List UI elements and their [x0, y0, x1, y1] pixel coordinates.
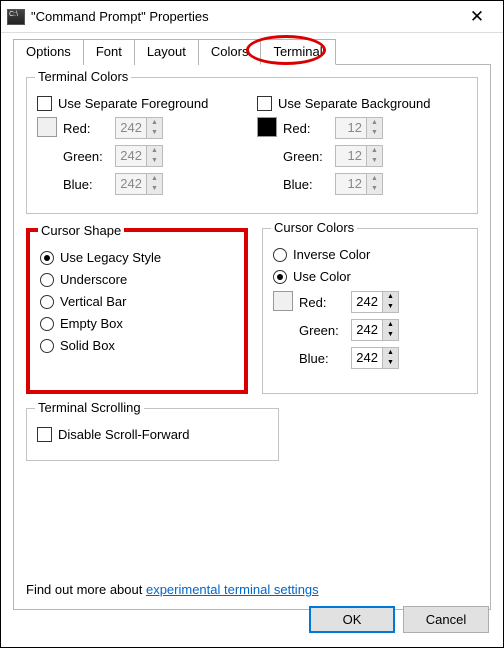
cursor-red-spin[interactable]: 242 ▲▼: [351, 291, 399, 313]
bg-red-value: 12: [336, 118, 366, 138]
cursor-shape-underscore[interactable]: Underscore: [40, 272, 234, 287]
cursor-shape-solid-label: Solid Box: [60, 338, 115, 353]
disable-scroll-forward-label: Disable Scroll-Forward: [58, 427, 189, 442]
fg-blue-label: Blue:: [63, 177, 113, 192]
cursor-shape-vertical[interactable]: Vertical Bar: [40, 294, 234, 309]
cursor-color-inverse-label: Inverse Color: [293, 247, 370, 262]
chevron-down-icon: ▼: [147, 128, 162, 138]
bg-blue-value: 12: [336, 174, 366, 194]
bg-green-spin[interactable]: 12 ▲▼: [335, 145, 383, 167]
radio-dot-icon: [40, 295, 54, 309]
cursor-shape-vertical-label: Vertical Bar: [60, 294, 126, 309]
radio-dot-icon: [40, 317, 54, 331]
fg-red-label: Red:: [63, 121, 113, 136]
fg-red-value: 242: [116, 118, 146, 138]
cursor-color-swatch[interactable]: [273, 291, 293, 311]
cursor-shape-solid[interactable]: Solid Box: [40, 338, 234, 353]
window-title: "Command Prompt" Properties: [31, 9, 457, 24]
group-terminal-scrolling: Terminal Scrolling Disable Scroll-Forwar…: [26, 408, 279, 461]
cursor-green-label: Green:: [299, 323, 349, 338]
radio-dot-icon: [273, 248, 287, 262]
chevron-up-icon: ▲: [383, 348, 398, 358]
radio-dot-icon: [40, 273, 54, 287]
foreground-color-swatch[interactable]: [37, 117, 57, 137]
cursor-shape-underscore-label: Underscore: [60, 272, 127, 287]
terminal-colors-legend: Terminal Colors: [35, 69, 131, 84]
cursor-green-spin[interactable]: 242 ▲▼: [351, 319, 399, 341]
use-separate-background-label: Use Separate Background: [278, 96, 430, 111]
chevron-up-icon: ▲: [147, 174, 162, 184]
cursor-red-label: Red:: [299, 295, 349, 310]
cursor-color-inverse[interactable]: Inverse Color: [273, 247, 467, 262]
tab-font[interactable]: Font: [83, 39, 135, 65]
radio-dot-icon: [40, 339, 54, 353]
chevron-down-icon: ▼: [367, 184, 382, 194]
cursor-blue-spin[interactable]: 242 ▲▼: [351, 347, 399, 369]
chevron-down-icon: ▼: [383, 330, 398, 340]
cursor-blue-label: Blue:: [299, 351, 349, 366]
cursor-shape-legend: Cursor Shape: [38, 223, 124, 238]
chevron-up-icon: ▲: [383, 292, 398, 302]
radio-dot-icon: [40, 251, 54, 265]
tab-colors[interactable]: Colors: [198, 39, 262, 65]
ok-button[interactable]: OK: [309, 606, 395, 633]
bg-blue-spin[interactable]: 12 ▲▼: [335, 173, 383, 195]
cancel-button[interactable]: Cancel: [403, 606, 489, 633]
use-separate-foreground-checkbox[interactable]: Use Separate Foreground: [37, 96, 247, 111]
footer-text-line: Find out more about experimental termina…: [26, 582, 319, 597]
fg-green-spin[interactable]: 242 ▲▼: [115, 145, 163, 167]
close-button[interactable]: ✕: [457, 3, 497, 31]
checkbox-box-icon: [37, 427, 52, 442]
checkbox-box-icon: [257, 96, 272, 111]
cursor-shape-legacy[interactable]: Use Legacy Style: [40, 250, 234, 265]
bg-red-spin[interactable]: 12 ▲▼: [335, 117, 383, 139]
cursor-shape-empty[interactable]: Empty Box: [40, 316, 234, 331]
group-cursor-shape: Cursor Shape Use Legacy Style Underscore…: [26, 228, 248, 394]
chevron-up-icon: ▲: [367, 118, 382, 128]
chevron-down-icon: ▼: [147, 156, 162, 166]
cursor-color-use-color-label: Use Color: [293, 269, 351, 284]
chevron-down-icon: ▼: [367, 128, 382, 138]
cursor-green-value: 242: [352, 320, 382, 340]
group-terminal-colors: Terminal Colors Use Separate Foreground …: [26, 77, 478, 214]
tab-layout[interactable]: Layout: [134, 39, 199, 65]
chevron-up-icon: ▲: [383, 320, 398, 330]
chevron-down-icon: ▼: [367, 156, 382, 166]
cursor-colors-legend: Cursor Colors: [271, 220, 357, 235]
cursor-blue-value: 242: [352, 348, 382, 368]
cursor-shape-legacy-label: Use Legacy Style: [60, 250, 161, 265]
chevron-up-icon: ▲: [147, 146, 162, 156]
cursor-color-use-color[interactable]: Use Color: [273, 269, 467, 284]
fg-green-value: 242: [116, 146, 146, 166]
experimental-settings-link[interactable]: experimental terminal settings: [146, 582, 319, 597]
chevron-down-icon: ▼: [147, 184, 162, 194]
terminal-scrolling-legend: Terminal Scrolling: [35, 400, 144, 415]
bg-green-value: 12: [336, 146, 366, 166]
fg-green-label: Green:: [63, 149, 113, 164]
cursor-shape-empty-label: Empty Box: [60, 316, 123, 331]
chevron-up-icon: ▲: [367, 146, 382, 156]
bg-green-label: Green:: [283, 149, 333, 164]
disable-scroll-forward-checkbox[interactable]: Disable Scroll-Forward: [37, 427, 268, 442]
cursor-red-value: 242: [352, 292, 382, 312]
group-cursor-colors: Cursor Colors Inverse Color Use Color Re…: [262, 228, 478, 394]
tab-options[interactable]: Options: [13, 39, 84, 65]
background-color-swatch[interactable]: [257, 117, 277, 137]
chevron-down-icon: ▼: [383, 302, 398, 312]
chevron-down-icon: ▼: [383, 358, 398, 368]
cmd-icon: [7, 9, 25, 25]
fg-red-spin[interactable]: 242 ▲▼: [115, 117, 163, 139]
chevron-up-icon: ▲: [147, 118, 162, 128]
fg-blue-value: 242: [116, 174, 146, 194]
tab-terminal[interactable]: Terminal: [260, 39, 335, 65]
bg-red-label: Red:: [283, 121, 333, 136]
radio-dot-icon: [273, 270, 287, 284]
use-separate-background-checkbox[interactable]: Use Separate Background: [257, 96, 467, 111]
fg-blue-spin[interactable]: 242 ▲▼: [115, 173, 163, 195]
checkbox-box-icon: [37, 96, 52, 111]
use-separate-foreground-label: Use Separate Foreground: [58, 96, 208, 111]
footer-prefix: Find out more about: [26, 582, 146, 597]
bg-blue-label: Blue:: [283, 177, 333, 192]
chevron-up-icon: ▲: [367, 174, 382, 184]
